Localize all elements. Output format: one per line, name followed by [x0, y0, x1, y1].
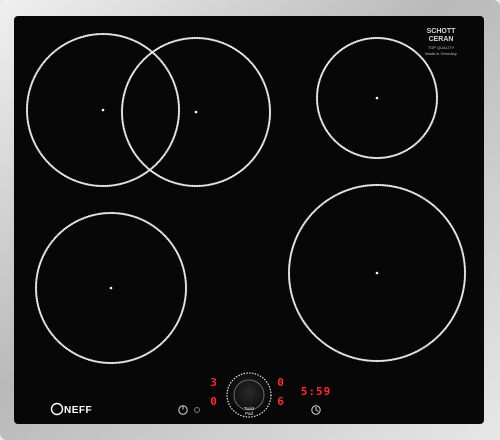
- zone-dot: [393, 358, 396, 361]
- zone-dot: [434, 84, 437, 87]
- zone-dot: [289, 254, 292, 257]
- zone-dot: [391, 185, 395, 188]
- zone-dot: [435, 95, 439, 98]
- zone-dot: [393, 185, 396, 188]
- zone-dot: [178, 38, 181, 41]
- zone-dot: [86, 183, 89, 186]
- zone-dot: [462, 255, 465, 258]
- zone-dot: [27, 123, 30, 126]
- zone-dot: [92, 213, 96, 217]
- zone-center-dot: [194, 110, 198, 114]
- dial-label-bottom: Pad: [245, 411, 254, 416]
- zone-dot: [357, 185, 360, 189]
- zone-dot: [462, 288, 465, 291]
- zone-dot: [36, 302, 39, 305]
- zone-dot: [358, 185, 362, 188]
- timer-display: 5:59: [301, 385, 332, 398]
- zone-dot: [122, 96, 125, 99]
- glass-caption-2: Made in Germany: [425, 51, 457, 56]
- zone-dot: [209, 38, 212, 41]
- zone-dot: [461, 253, 465, 256]
- zone-dot: [267, 94, 270, 97]
- zone-dot: [27, 94, 30, 97]
- zone-dot: [122, 127, 125, 130]
- left-bottom-display: 0: [210, 395, 218, 408]
- zone-dot: [317, 109, 320, 112]
- zone-dot: [290, 291, 293, 294]
- zone-dot: [94, 360, 97, 363]
- zone-dot: [386, 37, 390, 41]
- zone-dot: [360, 358, 363, 361]
- zone-dot: [122, 212, 125, 216]
- glass-brand-top: SCHOTT: [427, 28, 457, 35]
- zone-dot: [363, 38, 366, 41]
- induction-hob: SCHOTT CERAN TOP QUALITY Made in Germany…: [0, 0, 500, 440]
- zone-dot: [268, 109, 272, 112]
- zone-dot: [176, 92, 179, 95]
- zone-dot: [183, 272, 186, 275]
- zone-dot: [27, 96, 30, 99]
- zone-dot: [434, 107, 438, 111]
- zone-dot: [119, 182, 122, 186]
- zone-dot: [183, 301, 186, 304]
- zone-dot: [176, 123, 179, 126]
- zone-dot: [316, 85, 320, 89]
- zone-center-dot: [109, 286, 113, 290]
- zone-dot: [183, 299, 186, 302]
- zone-dot: [288, 258, 292, 261]
- zone-dot: [364, 155, 368, 159]
- zone-dot: [362, 184, 365, 188]
- zone-dot: [124, 360, 127, 363]
- zone-dot: [358, 358, 362, 361]
- zone-dot: [267, 125, 270, 128]
- zone-dot: [36, 304, 40, 307]
- glass-brand-bottom: CERAN: [429, 36, 454, 43]
- zone-dot: [184, 285, 188, 288]
- zone-dot: [395, 357, 398, 360]
- zone-dot: [180, 183, 183, 186]
- glass-brand-mark: SCHOTT CERAN TOP QUALITY Made in Germany: [425, 28, 457, 56]
- zone-dot: [183, 270, 186, 273]
- zone-dot: [462, 286, 465, 289]
- zone-dot: [127, 359, 130, 362]
- zone-dot: [86, 34, 89, 37]
- zone-dot: [211, 183, 214, 186]
- hob-svg: SCHOTT CERAN TOP QUALITY Made in Germany…: [0, 0, 500, 440]
- zone-center-dot: [375, 96, 379, 100]
- zone-dot: [125, 213, 129, 216]
- zone-dot: [36, 273, 39, 276]
- zone-dot: [36, 271, 39, 274]
- zone-dot: [27, 125, 30, 128]
- zone-dot: [364, 359, 367, 362]
- zone-center-dot: [101, 108, 105, 112]
- brand-logo-text: NEFF: [64, 405, 92, 416]
- glass-cooktop: [14, 16, 484, 424]
- zone-dot: [115, 34, 118, 37]
- zone-dot: [84, 34, 87, 38]
- zone-center-dot: [375, 271, 379, 275]
- glass-caption-1: TOP QUALITY: [428, 45, 455, 50]
- dial[interactable]: Twist Pad: [226, 372, 272, 418]
- zone-dot: [177, 107, 181, 110]
- zone-dot: [289, 287, 292, 290]
- zone-dot: [88, 183, 91, 186]
- zone-dot: [117, 183, 120, 186]
- zone-dot: [98, 361, 101, 364]
- zone-dot: [176, 94, 179, 97]
- left-top-display: 3: [210, 376, 218, 389]
- zone-dot: [463, 270, 467, 273]
- zone-dot: [96, 213, 99, 216]
- middle-top-display: 0: [277, 376, 285, 389]
- zone-dot: [117, 34, 120, 37]
- middle-bottom-display: 6: [277, 395, 285, 408]
- zone-dot: [388, 155, 391, 158]
- zone-dot: [176, 121, 179, 124]
